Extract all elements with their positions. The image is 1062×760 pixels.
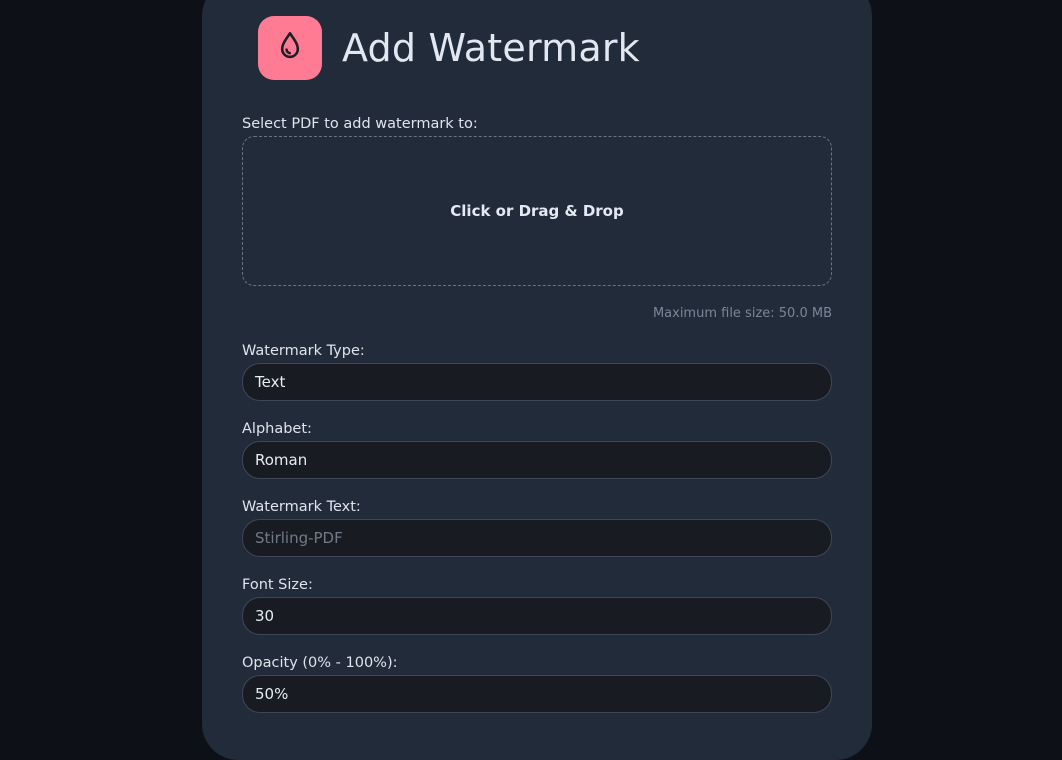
- font-size-label: Font Size:: [242, 577, 313, 593]
- page-header: Add Watermark: [258, 16, 640, 80]
- font-size-input[interactable]: 30: [242, 597, 832, 635]
- max-file-size-note: Maximum file size: 50.0 MB: [652, 306, 832, 321]
- page-title: Add Watermark: [342, 26, 640, 70]
- logo: [258, 16, 322, 80]
- watermark-text-label: Watermark Text:: [242, 499, 361, 515]
- upload-label: Select PDF to add watermark to:: [242, 116, 478, 132]
- watermark-type-label: Watermark Type:: [242, 343, 365, 359]
- dropzone-text: Click or Drag & Drop: [450, 202, 624, 220]
- watermark-type-select[interactable]: Text: [242, 363, 832, 401]
- opacity-input[interactable]: 50%: [242, 675, 832, 713]
- alphabet-label: Alphabet:: [242, 421, 312, 437]
- watermark-text-input[interactable]: Stirling-PDF: [242, 519, 832, 557]
- opacity-label: Opacity (0% - 100%):: [242, 655, 398, 671]
- alphabet-select[interactable]: Roman: [242, 441, 832, 479]
- main-card: Add Watermark Select PDF to add watermar…: [202, 0, 872, 760]
- file-dropzone[interactable]: Click or Drag & Drop: [242, 136, 832, 286]
- water-drop-icon: [273, 29, 307, 67]
